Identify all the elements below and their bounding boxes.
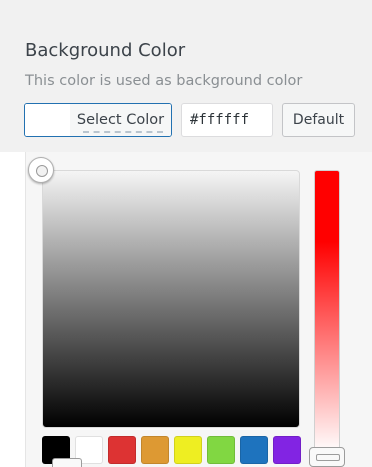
palette-swatch-blue[interactable] (240, 436, 268, 464)
saturation-lightness-square[interactable] (42, 170, 300, 428)
palette-swatch-orange[interactable] (141, 436, 169, 464)
control-title: Background Color (25, 40, 186, 61)
palette-drag-handle[interactable] (52, 458, 82, 467)
control-description: This color is used as background color (25, 73, 303, 89)
palette-swatch-purple[interactable] (273, 436, 301, 464)
default-button[interactable]: Default (282, 103, 355, 137)
hue-slider[interactable] (314, 170, 340, 454)
current-color-swatch (25, 104, 71, 136)
palette-swatch-yellow[interactable] (174, 436, 202, 464)
select-color-focus-underline (83, 131, 163, 133)
hex-color-input[interactable] (181, 103, 273, 137)
hue-slider-handle[interactable] (309, 447, 345, 467)
saturation-lightness-handle[interactable] (28, 157, 54, 183)
palette-swatch-red[interactable] (108, 436, 136, 464)
palette-swatch-green[interactable] (207, 436, 235, 464)
select-color-button[interactable]: Select Color (24, 103, 172, 137)
